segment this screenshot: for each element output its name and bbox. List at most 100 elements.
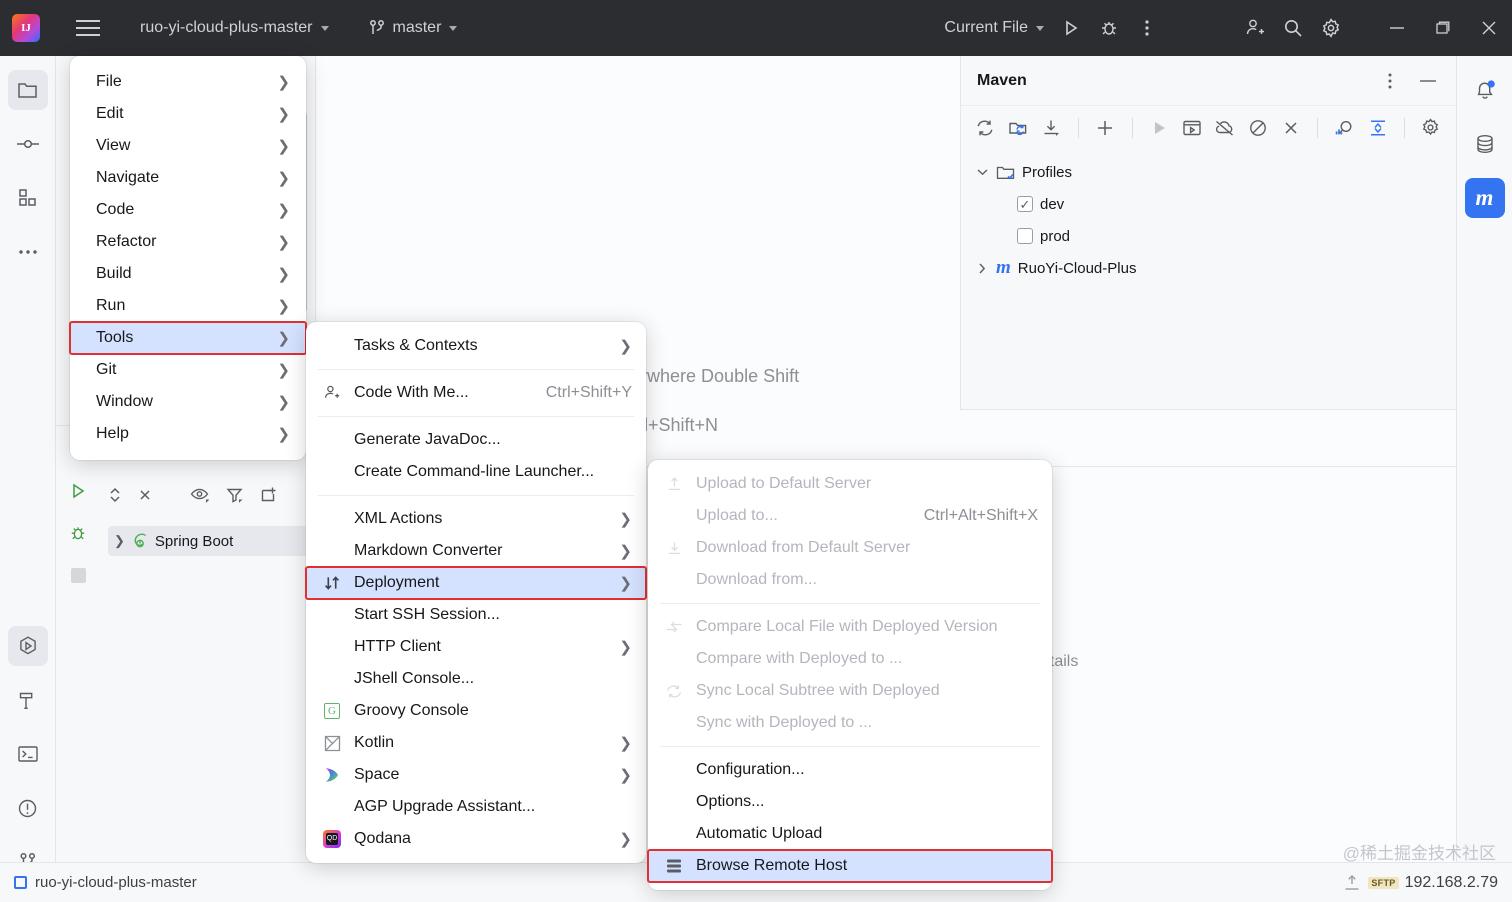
menu-item-compare-local-file-with-deployed-version[interactable]: Compare Local File with Deployed Version	[648, 611, 1052, 643]
analyze-dependencies-icon[interactable]	[1330, 113, 1359, 143]
stop-icon[interactable]	[65, 562, 91, 588]
close-button[interactable]	[1276, 113, 1305, 143]
maven-tree-profiles-node[interactable]: Profiles	[975, 156, 1456, 188]
close-window-button[interactable]	[1466, 8, 1512, 48]
skip-tests-button[interactable]	[1243, 113, 1272, 143]
menu-item-tasks-and-contexts[interactable]: Tasks & Contexts ❯	[306, 330, 646, 362]
menu-item-browse-remote-host[interactable]: Browse Remote Host	[647, 849, 1053, 883]
chevron-down-icon	[320, 25, 329, 31]
sidebar-item-more[interactable]	[8, 232, 48, 272]
run-tree-item-spring-boot[interactable]: ❯ Spring Boot	[108, 526, 316, 556]
execute-maven-goal-button[interactable]	[1178, 113, 1207, 143]
sidebar-item-project[interactable]	[7, 70, 48, 110]
menu-item-deployment[interactable]: Deployment ❯	[305, 566, 647, 600]
menu-item-download-from[interactable]: Download from...	[648, 564, 1052, 596]
reload-all-maven-projects-button[interactable]	[971, 113, 1000, 143]
eye-filter-icon[interactable]	[190, 486, 210, 504]
sidebar-item-maven[interactable]: m	[1464, 178, 1505, 218]
chevron-down-icon[interactable]	[975, 165, 989, 179]
menu-item-run[interactable]: Run ❯	[70, 290, 306, 322]
add-user-icon[interactable]	[1236, 9, 1274, 47]
menu-item-sync-with-deployed-to[interactable]: Sync with Deployed to ...	[648, 707, 1052, 739]
menu-item-upload-to[interactable]: Upload to... Ctrl+Alt+Shift+X	[648, 500, 1052, 532]
menu-item-build[interactable]: Build ❯	[70, 258, 306, 290]
sidebar-item-database[interactable]	[1465, 124, 1505, 164]
more-vertical-icon[interactable]	[1128, 9, 1166, 47]
menu-item-upload-to-default-server[interactable]: Upload to Default Server	[648, 468, 1052, 500]
menu-item-start-ssh-session[interactable]: Start SSH Session...	[306, 599, 646, 631]
menu-item-generate-javadoc[interactable]: Generate JavaDoc...	[306, 424, 646, 456]
run-maven-build-button[interactable]	[1145, 113, 1174, 143]
maven-profile-prod[interactable]: prod	[975, 220, 1456, 252]
sidebar-item-problems[interactable]	[8, 788, 48, 828]
debug-icon[interactable]	[1090, 9, 1128, 47]
maximize-window-button[interactable]	[1420, 8, 1466, 48]
minimize-window-button[interactable]	[1374, 8, 1420, 48]
menu-item-jshell-console[interactable]: JShell Console...	[306, 663, 646, 695]
hamburger-menu-icon[interactable]	[68, 8, 108, 48]
menu-item-options[interactable]: Options...	[648, 786, 1052, 818]
menu-item-refactor[interactable]: Refactor ❯	[70, 226, 306, 258]
close-all-icon[interactable]	[138, 486, 152, 504]
new-tab-icon[interactable]	[260, 486, 278, 504]
sftp-host-label[interactable]: 192.168.2.79	[1405, 874, 1498, 892]
menu-item-git[interactable]: Git ❯	[70, 354, 306, 386]
expand-collapse-icon[interactable]	[108, 486, 122, 504]
menu-item-view[interactable]: View ❯	[70, 130, 306, 162]
maven-settings-button[interactable]	[1417, 113, 1446, 143]
branch-dropdown[interactable]: master	[361, 14, 466, 42]
search-icon[interactable]	[1274, 9, 1312, 47]
menu-item-create-commandline-launcher[interactable]: Create Command-line Launcher...	[306, 456, 646, 488]
sidebar-item-notifications[interactable]	[1465, 70, 1505, 110]
menu-item-groovy-console[interactable]: G Groovy Console	[306, 695, 646, 727]
maven-minimize-icon[interactable]	[1414, 67, 1442, 95]
menu-item-qodana[interactable]: QD Qodana ❯	[306, 823, 646, 855]
menu-item-http-client[interactable]: HTTP Client ❯	[306, 631, 646, 663]
add-maven-project-button[interactable]	[1091, 113, 1120, 143]
menu-item-label: Navigate	[96, 169, 160, 186]
project-name-dropdown[interactable]: ruo-yi-cloud-plus-master	[132, 14, 337, 42]
maven-profile-dev[interactable]: dev	[975, 188, 1456, 220]
menu-item-help[interactable]: Help ❯	[70, 418, 306, 450]
menu-item-code-with-me[interactable]: Code With Me... Ctrl+Shift+Y	[306, 377, 646, 409]
menu-item-kotlin[interactable]: Kotlin ❯	[306, 727, 646, 759]
run-configuration-selector[interactable]: Current File	[936, 14, 1052, 42]
menu-item-navigate[interactable]: Navigate ❯	[70, 162, 306, 194]
menu-item-configuration[interactable]: Configuration...	[648, 754, 1052, 786]
menu-item-download-from-default-server[interactable]: Download from Default Server	[648, 532, 1052, 564]
filter-icon[interactable]	[226, 486, 244, 504]
sidebar-item-commit[interactable]	[8, 124, 48, 164]
maven-profile-label: prod	[1040, 227, 1071, 245]
maven-profiles-label: Profiles	[1022, 163, 1073, 181]
menu-item-file[interactable]: File ❯	[70, 66, 306, 98]
menu-item-compare-with-deployed-to[interactable]: Compare with Deployed to ...	[648, 643, 1052, 675]
expand-vertical-icon[interactable]	[1363, 113, 1392, 143]
checkbox-unchecked-icon[interactable]	[1017, 228, 1033, 244]
sidebar-item-terminal[interactable]	[8, 734, 48, 774]
sidebar-item-run[interactable]	[7, 626, 48, 666]
download-sources-button[interactable]	[1037, 113, 1066, 143]
sidebar-item-structure[interactable]	[8, 178, 48, 218]
debug-green-icon[interactable]	[65, 520, 91, 546]
menu-item-xml-actions[interactable]: XML Actions ❯	[306, 503, 646, 535]
run-green-icon[interactable]	[65, 478, 91, 504]
menu-item-automatic-upload[interactable]: Automatic Upload	[648, 818, 1052, 850]
generate-sources-button[interactable]	[1004, 113, 1033, 143]
run-icon[interactable]	[1052, 9, 1090, 47]
menu-item-window[interactable]: Window ❯	[70, 386, 306, 418]
gear-icon[interactable]	[1312, 9, 1350, 47]
checkbox-checked-icon[interactable]	[1017, 196, 1033, 212]
menu-item-code[interactable]: Code ❯	[70, 194, 306, 226]
menu-item-sync-local-subtree-with-deployed[interactable]: Sync Local Subtree with Deployed	[648, 675, 1052, 707]
toggle-offline-mode-button[interactable]	[1210, 113, 1239, 143]
menu-item-space[interactable]: Space ❯	[306, 759, 646, 791]
maven-options-icon[interactable]	[1376, 67, 1404, 95]
menu-item-tools[interactable]: Tools ❯	[69, 321, 307, 355]
chevron-right-icon[interactable]	[975, 261, 989, 275]
chevron-right-icon: ❯	[619, 338, 632, 355]
sidebar-item-build[interactable]	[8, 680, 48, 720]
menu-item-markdown-converter[interactable]: Markdown Converter ❯	[306, 535, 646, 567]
menu-item-edit[interactable]: Edit ❯	[70, 98, 306, 130]
menu-item-agp-upgrade-assistant[interactable]: AGP Upgrade Assistant...	[306, 791, 646, 823]
maven-project-node[interactable]: m RuoYi-Cloud-Plus	[975, 252, 1456, 284]
